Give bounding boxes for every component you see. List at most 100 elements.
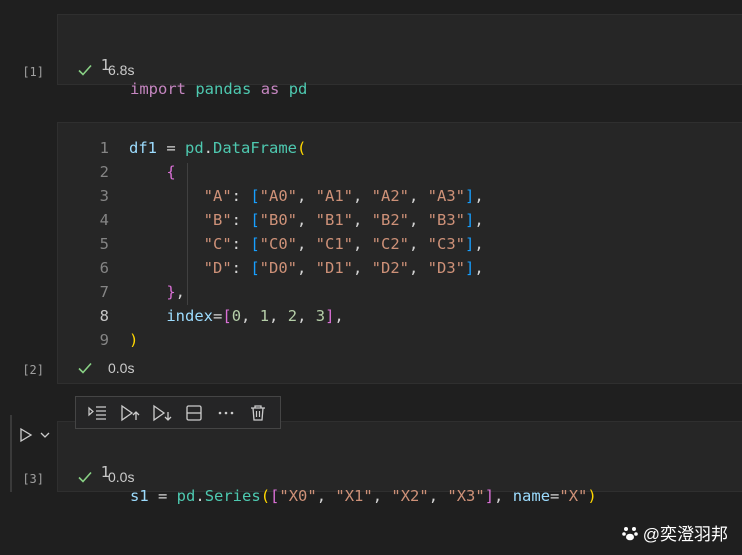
code-token: ,: [409, 211, 428, 229]
code-token: "X0": [279, 487, 317, 505]
code-text: ): [129, 328, 138, 352]
code-token: (: [260, 487, 271, 505]
execution-time: 0.0s: [108, 360, 135, 376]
code-token: {: [166, 163, 176, 181]
code-token: "C1": [315, 235, 353, 253]
code-text: index=[0, 1, 2, 3],: [129, 304, 344, 328]
cell-toolbar: [75, 396, 281, 429]
code-token: "D2": [371, 259, 409, 277]
code-token: ): [129, 331, 139, 349]
code-text: },: [129, 280, 185, 304]
code-token: ,: [353, 235, 372, 253]
code-token: Series: [204, 487, 261, 505]
watermark-text: @奕澄羽邦: [642, 525, 728, 544]
line-number: 8: [99, 307, 109, 325]
watermark: @奕澄羽邦: [621, 520, 728, 545]
code-token: 3: [315, 307, 326, 325]
code-token: ,: [474, 187, 484, 205]
more-actions-icon[interactable]: [212, 400, 240, 426]
code-token: ,: [269, 307, 288, 325]
code-line[interactable]: 1 s1 = pd.Series(["X0", "X1", "X2", "X3"…: [58, 436, 597, 505]
line-number: 3: [99, 187, 109, 205]
code-token: :: [231, 211, 251, 229]
code-token: "A": [203, 187, 232, 205]
play-icon[interactable]: [18, 427, 34, 443]
code-token: 2: [287, 307, 298, 325]
code-token: [: [270, 487, 280, 505]
code-token: [: [250, 235, 260, 253]
code-token: ,: [409, 187, 428, 205]
code-token: =: [213, 307, 223, 325]
code-text: s1 = pd.Series(["X0", "X1", "X2", "X3"],…: [130, 484, 597, 508]
code-token: ,: [409, 259, 428, 277]
code-token: ,: [474, 259, 484, 277]
line-number: 6: [99, 259, 109, 277]
code-text: "D": ["D0", "D1", "D2", "D3"],: [129, 256, 484, 280]
code-token: ]: [465, 187, 475, 205]
code-token: ,: [494, 487, 513, 505]
code-token: pd: [185, 139, 204, 157]
line-number: 9: [99, 331, 109, 349]
check-icon: [78, 64, 92, 76]
code-token: ,: [175, 283, 186, 301]
code-token: pd: [176, 487, 196, 505]
code-text: "C": ["C0", "C1", "C2", "C3"],: [129, 232, 484, 256]
delete-cell-icon[interactable]: [244, 400, 272, 426]
code-token: "A2": [371, 187, 409, 205]
code-token: ,: [409, 235, 428, 253]
execute-below-icon[interactable]: [148, 400, 176, 426]
code-token: [: [250, 187, 260, 205]
code-token: ,: [297, 259, 316, 277]
execution-count: [3]: [22, 472, 44, 486]
code-token: ,: [316, 487, 336, 505]
line-number: 4: [99, 211, 109, 229]
code-token: "C0": [259, 235, 297, 253]
code-text: "B": ["B0", "B1", "B2", "B3"],: [129, 208, 484, 232]
split-cell-icon[interactable]: [180, 400, 208, 426]
code-token: "A1": [315, 187, 353, 205]
code-token: ,: [474, 235, 484, 253]
code-token: "C2": [371, 235, 409, 253]
code-token: ,: [353, 259, 372, 277]
execution-time: 6.8s: [108, 62, 135, 78]
code-token: "X": [559, 487, 588, 505]
code-token: ): [587, 487, 597, 505]
code-token: "D3": [427, 259, 465, 277]
code-text: "A": ["A0", "A1", "A2", "A3"],: [129, 184, 484, 208]
code-token: df1: [129, 139, 157, 157]
execute-above-icon[interactable]: [116, 400, 144, 426]
code-token: "C3": [427, 235, 465, 253]
code-token: "B": [203, 211, 232, 229]
code-line[interactable]: 1 import pandas as pd: [58, 29, 308, 98]
code-token: ,: [372, 487, 392, 505]
code-token: ,: [334, 307, 344, 325]
code-token: "B2": [371, 211, 409, 229]
code-cell-3[interactable]: 1 s1 = pd.Series(["X0", "X1", "X2", "X3"…: [57, 421, 742, 505]
code-token: "B0": [259, 211, 297, 229]
code-token: ]: [465, 235, 475, 253]
execution-count: [1]: [22, 65, 44, 79]
code-token: [: [250, 211, 260, 229]
code-token: pd: [288, 80, 308, 98]
code-token: import: [130, 80, 186, 98]
code-token: s1: [130, 487, 149, 505]
code-token: ]: [465, 259, 475, 277]
chevron-down-icon[interactable]: [39, 430, 51, 440]
code-token: ,: [297, 307, 316, 325]
run-by-line-icon[interactable]: [84, 400, 112, 426]
code-token: :: [231, 259, 251, 277]
paw-icon: [621, 526, 638, 540]
code-token: DataFrame: [213, 139, 298, 157]
line-number: 2: [99, 163, 109, 181]
code-token: as: [260, 80, 280, 98]
code-token: =: [550, 487, 560, 505]
code-token: "B3": [427, 211, 465, 229]
code-text: df1 = pd.DataFrame(: [129, 136, 306, 160]
code-cell-1[interactable]: 1 import pandas as pd: [57, 14, 742, 98]
code-token: "B1": [315, 211, 353, 229]
